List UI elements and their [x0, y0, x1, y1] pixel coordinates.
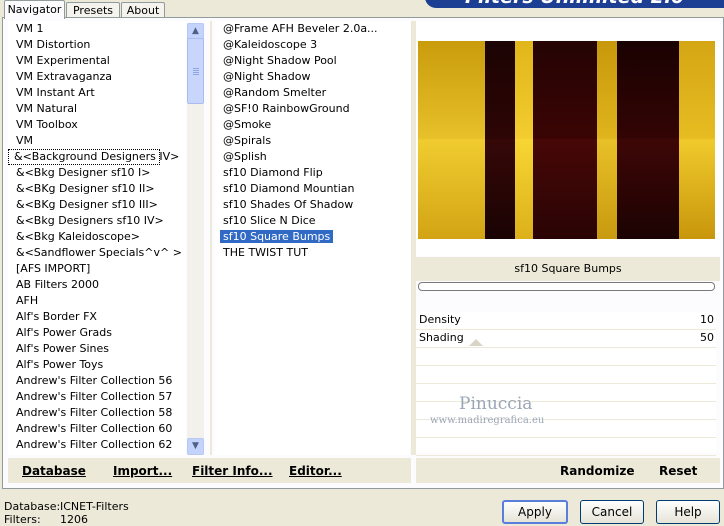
divider	[210, 21, 212, 455]
category-item[interactable]: &<Background Designers IV>	[8, 149, 179, 165]
database-link[interactable]: Database	[22, 464, 86, 478]
filter-item[interactable]: @Night Shadow Pool	[215, 53, 410, 69]
param-value: 50	[700, 331, 714, 344]
preview-image	[418, 41, 715, 239]
scroll-thumb[interactable]	[187, 38, 204, 104]
category-item[interactable]: VM	[8, 133, 186, 149]
filter-info-link[interactable]: Filter Info...	[192, 464, 273, 478]
filter-item-label: @Smoke	[223, 118, 272, 131]
param-density[interactable]: Density 10	[416, 312, 716, 330]
filter-item[interactable]: sf10 Diamond Flip	[215, 165, 410, 181]
category-scrollbar[interactable]: ▲ ▼	[187, 23, 204, 455]
help-button[interactable]: Help	[656, 500, 720, 524]
param-empty-row	[416, 438, 716, 456]
parameter-panel: Density 10 Shading 50	[416, 312, 716, 456]
category-item[interactable]: &<Bkg Designers sf10 IV>	[8, 213, 186, 229]
scroll-down-icon[interactable]: ▼	[187, 438, 204, 455]
category-item[interactable]: &<BKg Designer sf10 III>	[8, 197, 186, 213]
database-label: Database:	[4, 500, 61, 513]
database-value: ICNET-Filters	[60, 500, 129, 513]
category-item[interactable]: Alf's Border FX	[8, 309, 186, 325]
filter-item[interactable]: @Night Shadow	[215, 69, 410, 85]
category-item[interactable]: Andrew's Filter Collection 56	[8, 373, 186, 389]
progress-bar	[418, 282, 715, 291]
category-item[interactable]: Andrew's Filter Collection 58	[8, 405, 186, 421]
filter-item[interactable]: @SF!0 RainbowGround	[215, 101, 410, 117]
filter-item-label: sf10 Diamond Mountian	[223, 182, 355, 195]
param-label: Density	[419, 313, 461, 326]
category-item[interactable]: Andrew's Filter Collection 57	[8, 389, 186, 405]
filter-item[interactable]: THE TWIST TUT	[215, 245, 410, 261]
param-value: 10	[700, 313, 714, 326]
slider-marker-icon	[469, 339, 483, 346]
category-item[interactable]: VM Distortion	[8, 37, 186, 53]
filter-item-label: THE TWIST TUT	[223, 246, 308, 259]
filter-item[interactable]: @Random Smelter	[215, 85, 410, 101]
category-item[interactable]: VM Experimental	[8, 53, 186, 69]
filter-item[interactable]: sf10 Square Bumps	[215, 229, 410, 245]
filters-label: Filters:	[4, 513, 41, 526]
filter-item[interactable]: @Spirals	[215, 133, 410, 149]
import-link[interactable]: Import...	[113, 464, 172, 478]
watermark-name: Pinuccia	[459, 394, 533, 414]
filter-item-label: @Random Smelter	[223, 86, 327, 99]
filter-item-label: @Splish	[223, 150, 267, 163]
filter-item[interactable]: @Smoke	[215, 117, 410, 133]
category-item[interactable]: AB Filters 2000	[8, 277, 186, 293]
category-item[interactable]: [AFS IMPORT]	[8, 261, 186, 277]
apply-button[interactable]: Apply	[502, 500, 568, 524]
category-list[interactable]: VM 1 VM Distortion VM Experimental VM Extra…	[8, 21, 186, 455]
filter-item-label: @SF!0 RainbowGround	[223, 102, 350, 115]
param-label: Shading	[419, 331, 464, 344]
filter-item-label: @Kaleidoscope 3	[223, 38, 318, 51]
filter-item[interactable]: sf10 Slice N Dice	[215, 213, 410, 229]
selected-filter-name: sf10 Square Bumps	[416, 257, 720, 281]
category-item[interactable]: &<Bkg Kaleidoscope>	[8, 229, 186, 245]
category-item[interactable]: &<BKg Designer sf10 II>	[8, 181, 186, 197]
filter-item-label: sf10 Diamond Flip	[223, 166, 323, 179]
filter-item-label: @Spirals	[223, 134, 272, 147]
filter-item-label: @Frame AFH Beveler 2.0a...	[223, 22, 378, 35]
filter-item[interactable]: @Kaleidoscope 3	[215, 37, 410, 53]
filter-item[interactable]: sf10 Shades Of Shadow	[215, 197, 410, 213]
filter-item-label: sf10 Square Bumps	[220, 230, 334, 243]
filter-item[interactable]: @Splish	[215, 149, 410, 165]
category-item[interactable]: Andrew's Filter Collection 62	[8, 437, 186, 453]
category-item[interactable]: VM Instant Art	[8, 85, 186, 101]
category-item[interactable]: VM Extravaganza	[8, 69, 186, 85]
filter-list[interactable]: @Frame AFH Beveler 2.0a... @Kaleidoscope …	[215, 21, 410, 455]
left-link-bar: Database Import... Filter Info... Editor…	[8, 458, 411, 483]
watermark-url: www.madiregrafica.eu	[430, 415, 545, 426]
category-item[interactable]: AFH	[8, 293, 186, 309]
filter-item-label: sf10 Shades Of Shadow	[223, 198, 354, 211]
category-item[interactable]: VM Natural	[8, 101, 186, 117]
category-item[interactable]: Andrew's Filter Collection 60	[8, 421, 186, 437]
category-item[interactable]: &<Sandflower Specials^v^ >	[8, 245, 186, 261]
category-item[interactable]: Alf's Power Sines	[8, 341, 186, 357]
tab-about[interactable]: About	[121, 2, 165, 18]
category-item[interactable]: Alf's Power Grads	[8, 325, 186, 341]
category-item[interactable]: VM Toolbox	[8, 117, 186, 133]
param-shading[interactable]: Shading 50	[416, 330, 716, 348]
tab-navigator[interactable]: Navigator	[4, 0, 65, 19]
editor-link[interactable]: Editor...	[289, 464, 342, 478]
param-empty-row	[416, 348, 716, 366]
filter-item[interactable]: sf10 Diamond Mountian	[215, 181, 410, 197]
cancel-button[interactable]: Cancel	[580, 500, 644, 524]
filter-item-label: @Night Shadow Pool	[223, 54, 337, 67]
app-banner: Filters Unlimited 2.0	[425, 0, 724, 8]
category-item[interactable]: VM 1	[8, 21, 186, 37]
filter-item[interactable]: @Frame AFH Beveler 2.0a...	[215, 21, 410, 37]
category-item[interactable]: Alf's Power Toys	[8, 357, 186, 373]
param-empty-row	[416, 366, 716, 384]
filter-item-label: @Night Shadow	[223, 70, 311, 83]
category-item[interactable]: &<Bkg Designer sf10 I>	[8, 165, 186, 181]
tab-presets[interactable]: Presets	[66, 2, 120, 18]
filter-item-label: sf10 Slice N Dice	[223, 214, 316, 227]
reset-button[interactable]: Reset	[659, 464, 697, 478]
right-link-bar: Randomize Reset	[416, 458, 720, 483]
randomize-button[interactable]: Randomize	[560, 464, 634, 478]
filters-count: 1206	[60, 513, 88, 526]
